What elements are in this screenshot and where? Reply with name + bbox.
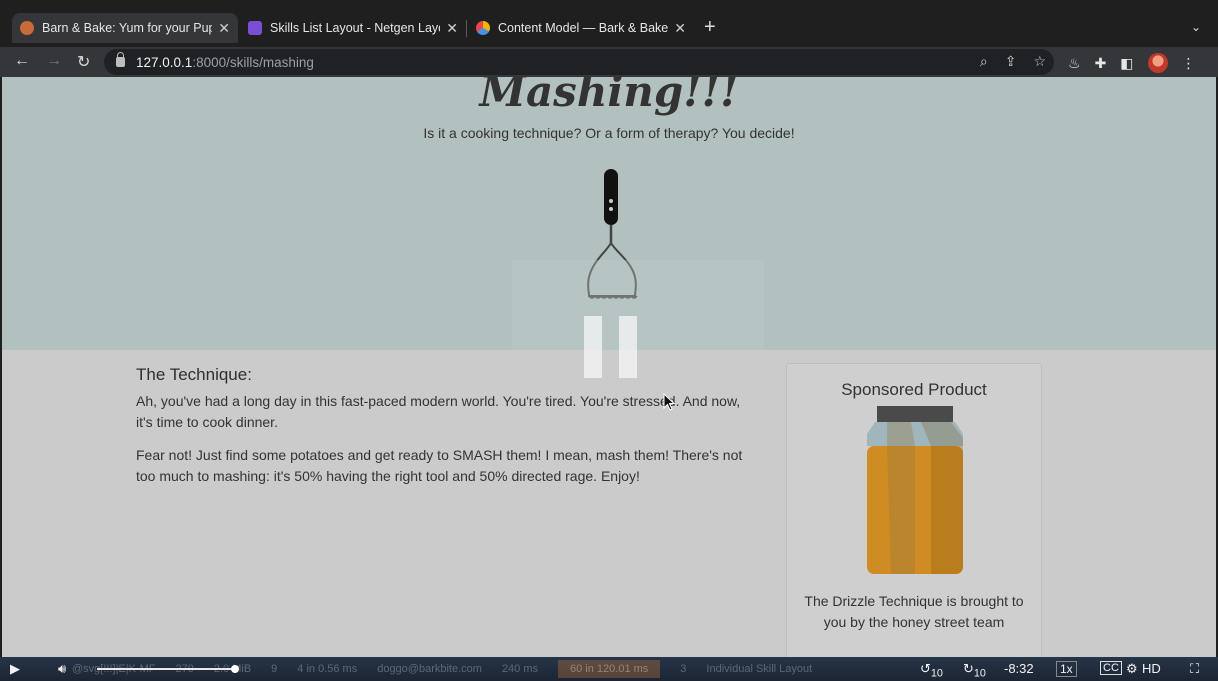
browser-toolbar: ← → ↻ 127.0.0.1:8000/skills/mashing ⌕ ⇪ …	[0, 47, 1218, 77]
forward-label: 10	[973, 667, 986, 680]
new-tab-button[interactable]: +	[704, 17, 716, 37]
debug-item: 9	[271, 663, 278, 675]
rewind-10-icon[interactable]: ↺10	[920, 661, 943, 680]
tab-barn-and-bake[interactable]: Barn & Bake: Yum for your Pup ✕	[12, 13, 238, 43]
address-bar[interactable]: 127.0.0.1:8000/skills/mashing ⌕ ⇪ ☆	[104, 49, 1054, 75]
volume-slider-handle[interactable]	[231, 665, 239, 673]
video-pause-overlay[interactable]	[512, 260, 764, 350]
page-viewport: Mashing!!! Is it a cooking technique? Or…	[2, 77, 1216, 657]
tab-skills-list-layout[interactable]: Skills List Layout - Netgen Layouts ✕	[240, 13, 466, 43]
debug-item: doggo@barkbite.com	[377, 663, 482, 675]
play-icon[interactable]: ▶	[10, 661, 20, 677]
url-host: 127.0.0.1	[136, 54, 193, 70]
quality-label[interactable]: HD	[1142, 661, 1161, 676]
tab-separator	[466, 20, 467, 37]
close-icon[interactable]: ✕	[218, 20, 230, 37]
debug-item: 240 ms	[501, 663, 539, 675]
technique-paragraph: Fear not! Just find some potatoes and ge…	[136, 447, 743, 484]
zoom-icon[interactable]: ⌕	[980, 53, 988, 70]
debug-item: Individual Skill Layout	[706, 663, 813, 675]
sponsored-product-card[interactable]: Sponsored Product The Drizzle Technique …	[786, 363, 1042, 657]
profile-avatar[interactable]	[1147, 53, 1168, 73]
sponsored-product-heading: Sponsored Product	[841, 380, 987, 399]
video-controls-bar: @svg[!!!]|E|K-MF 270 2.0 MiB 9 4 in 0.56…	[0, 657, 1218, 681]
page-title: Mashing!!!	[479, 77, 739, 116]
share-icon[interactable]: ⇪	[1005, 53, 1017, 70]
page-subtitle: Is it a cooking technique? Or a form of …	[423, 125, 795, 141]
pause-icon[interactable]	[619, 316, 637, 378]
volume-slider[interactable]	[97, 668, 235, 670]
technique-heading: The Technique:	[136, 365, 252, 384]
pause-icon[interactable]	[584, 316, 602, 378]
url-path: :8000/skills/mashing	[192, 54, 314, 70]
honey-jar-image	[867, 406, 963, 574]
tab-label: Skills List Layout - Netgen Layouts	[270, 21, 440, 35]
tab-content-model[interactable]: Content Model — Bark & Bake ✕	[468, 13, 694, 43]
close-icon[interactable]: ✕	[674, 20, 686, 37]
contentful-favicon	[476, 21, 490, 35]
sponsored-product-description: The Drizzle Technique is brought to you …	[804, 593, 1024, 630]
rewind-label: 10	[930, 667, 943, 680]
tab-label: Barn & Bake: Yum for your Pup	[42, 21, 213, 35]
settings-gear-icon[interactable]: ⚙	[1126, 661, 1138, 677]
lock-icon	[116, 52, 125, 67]
close-icon[interactable]: ✕	[446, 20, 458, 37]
kebab-menu-icon[interactable]: ⋮	[1182, 55, 1196, 72]
tab-label: Content Model — Bark & Bake	[498, 21, 669, 35]
extensions-puzzle-icon[interactable]: ✚	[1095, 55, 1107, 72]
tab-search-button[interactable]: ⌄	[1191, 20, 1201, 34]
debug-item: 4 in 0.56 ms	[297, 663, 358, 675]
fullscreen-icon[interactable]: ⛶	[1190, 661, 1199, 677]
extension-flame-icon[interactable]: ♨	[1068, 55, 1081, 72]
forward-10-icon[interactable]: ↻10	[963, 661, 986, 680]
back-arrow-icon[interactable]: ←	[14, 52, 30, 70]
netgen-layouts-favicon	[248, 21, 262, 35]
reload-icon[interactable]: ↻	[77, 52, 90, 72]
side-panel-icon[interactable]: ◧	[1120, 55, 1133, 72]
debug-item: 3	[680, 663, 687, 675]
time-remaining: -8:32	[1004, 661, 1034, 676]
bookmark-star-icon[interactable]: ☆	[1033, 53, 1046, 70]
volume-icon[interactable]: 🔊︎	[58, 661, 66, 677]
bark-and-bake-favicon	[20, 21, 34, 35]
playback-speed-button[interactable]: 1x	[1056, 661, 1077, 677]
mouse-pointer-icon	[663, 393, 676, 411]
forward-arrow-icon[interactable]: →	[46, 52, 62, 70]
captions-icon[interactable]: CC	[1100, 661, 1122, 675]
debug-item: 60 in 120.01 ms	[558, 660, 661, 678]
browser-tab-bar: Barn & Bake: Yum for your Pup ✕ Skills L…	[0, 0, 1218, 47]
